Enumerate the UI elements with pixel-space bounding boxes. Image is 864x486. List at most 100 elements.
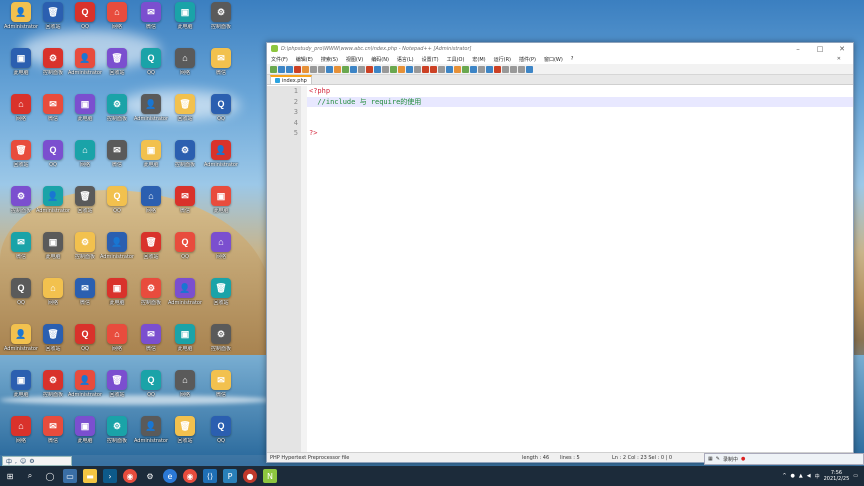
terminal-icon[interactable]: › [103, 469, 117, 483]
toolbar-button[interactable] [470, 65, 477, 73]
search-icon[interactable]: ⌕ [23, 469, 37, 483]
desktop-icon[interactable]: ⚙ 控制面板 [4, 186, 38, 230]
vscode-icon[interactable]: ⟨⟩ [203, 469, 217, 483]
desktop-icon[interactable]: ▣ 此电脑 [4, 370, 38, 414]
toolbar-button[interactable] [366, 65, 373, 73]
desktop-icon[interactable]: ⚙ 控制面板 [204, 2, 238, 46]
toolbar-button[interactable] [374, 65, 381, 73]
desktop-icon[interactable]: 🗑 回收站 [168, 416, 202, 460]
desktop-icon[interactable]: ⌂ 网络 [134, 186, 168, 230]
desktop-icon[interactable]: ✉ 微信 [100, 140, 134, 184]
mic-icon[interactable]: ● [791, 473, 795, 479]
edge-icon[interactable]: e [163, 469, 177, 483]
ime-indicator[interactable]: 中 [815, 473, 820, 480]
menu-item[interactable]: 编辑(E) [296, 56, 313, 63]
code-line[interactable] [307, 107, 853, 118]
desktop-icon[interactable]: ▣ 此电脑 [68, 416, 102, 460]
desktop-icon[interactable]: ▣ 此电脑 [68, 94, 102, 138]
desktop-icon[interactable]: 👤 Administrator [68, 48, 102, 92]
desktop-icon[interactable]: 👤 Administrator [100, 232, 134, 276]
desktop-icon[interactable]: Q QQ [4, 278, 38, 322]
explorer-icon[interactable]: ▬ [83, 469, 97, 483]
desktop-icon[interactable]: ⌂ 网络 [4, 416, 38, 460]
toolbar-button[interactable] [462, 65, 469, 73]
toolbar-button[interactable] [270, 65, 277, 73]
settings-icon[interactable]: ⚙ [143, 469, 157, 483]
emoji-icon[interactable]: ☺ [20, 458, 26, 465]
punct-icon[interactable]: , [15, 458, 17, 465]
notification-icon[interactable]: ▭ [853, 473, 858, 479]
desktop-icon[interactable]: 🗑 回收站 [36, 324, 70, 368]
desktop-icon[interactable]: ⚙ 控制面板 [36, 370, 70, 414]
menu-item[interactable]: 设置(T) [422, 56, 439, 63]
code-line[interactable]: <?php [307, 86, 853, 97]
clock[interactable]: 7:56 2021/2/25 [824, 470, 850, 482]
toolbar-button[interactable] [350, 65, 357, 73]
desktop-icon[interactable]: 🗑 回收站 [134, 232, 168, 276]
code-line[interactable]: ?> [307, 128, 853, 139]
menu-item[interactable]: 工具(O) [447, 56, 465, 63]
menu-item[interactable]: 宏(M) [472, 56, 485, 63]
toolbar-button[interactable] [334, 65, 341, 73]
toolbar-button[interactable] [526, 65, 533, 73]
toolbar-button[interactable] [318, 65, 325, 73]
desktop-icon[interactable]: Q QQ [168, 232, 202, 276]
desktop-icon[interactable]: 👤 Administrator [204, 140, 238, 184]
desktop-icon[interactable]: ⚙ 控制面板 [100, 416, 134, 460]
toolbar-button[interactable] [302, 65, 309, 73]
desktop-icon[interactable]: 👤 Administrator [168, 278, 202, 322]
tab-index-php[interactable]: index.php [270, 75, 312, 84]
desktop-icon[interactable]: 👤 Administrator [4, 324, 38, 368]
title-bar[interactable]: D:\phpstudy_pro\WWW\www.abc.cn\index.php… [267, 43, 853, 54]
desktop-icon[interactable]: ⌂ 网络 [68, 140, 102, 184]
menu-item[interactable]: 编码(N) [371, 56, 389, 63]
toolbar-button[interactable] [382, 65, 389, 73]
toolbar-button[interactable] [406, 65, 413, 73]
menu-item[interactable]: 窗口(W) [544, 56, 563, 63]
toolbar-button[interactable] [358, 65, 365, 73]
desktop-icon[interactable]: ✉ 微信 [36, 416, 70, 460]
desktop-icon[interactable]: Q QQ [134, 48, 168, 92]
desktop-icon[interactable]: ⌂ 网络 [100, 2, 134, 46]
ime-mode[interactable]: 中 [6, 457, 12, 466]
desktop-icon[interactable]: ✉ 微信 [36, 94, 70, 138]
desktop-icon[interactable]: ▣ 此电脑 [204, 186, 238, 230]
menu-item[interactable]: 搜索(S) [321, 56, 338, 63]
toolbar-button[interactable] [294, 65, 301, 73]
recorder-icon[interactable]: ● [243, 469, 257, 483]
menu-item[interactable]: 视图(V) [346, 56, 363, 63]
toolbar-button[interactable] [510, 65, 517, 73]
menu-item[interactable]: 文件(F) [271, 56, 288, 63]
desktop-icon[interactable]: Q QQ [36, 140, 70, 184]
maximize-button[interactable]: □ [809, 43, 831, 54]
chevron-up-icon[interactable]: ^ [782, 473, 786, 479]
toolbar-button[interactable] [430, 65, 437, 73]
desktop-icon[interactable]: 🗑 回收站 [36, 2, 70, 46]
toolbar-button[interactable] [454, 65, 461, 73]
desktop-icon[interactable]: ✉ 微信 [168, 186, 202, 230]
desktop-icon[interactable]: ⚙ 控制面板 [134, 278, 168, 322]
desktop-icon[interactable]: ✉ 微信 [204, 48, 238, 92]
desktop-icon[interactable]: 👤 Administrator [36, 186, 70, 230]
menu-item[interactable]: 语言(L) [397, 56, 414, 63]
desktop-icon[interactable]: ▣ 此电脑 [134, 140, 168, 184]
menu-item[interactable]: ? [571, 56, 574, 62]
desktop-icon[interactable]: 👤 Administrator [134, 416, 168, 460]
toolbar-button[interactable] [286, 65, 293, 73]
desktop-icon[interactable]: ✉ 微信 [68, 278, 102, 322]
desktop-icon[interactable]: Q QQ [68, 324, 102, 368]
desktop-icon[interactable]: ⌂ 网络 [36, 278, 70, 322]
desktop-icon[interactable]: Q QQ [204, 416, 238, 460]
desktop-icon[interactable]: Q QQ [134, 370, 168, 414]
toolbar-button[interactable] [422, 65, 429, 73]
desktop-icon[interactable]: ✉ 微信 [4, 232, 38, 276]
desktop-icon[interactable]: ⚙ 控制面板 [168, 140, 202, 184]
desktop-icon[interactable]: ✉ 微信 [134, 324, 168, 368]
desktop-icon[interactable]: 🗑 回收站 [168, 94, 202, 138]
desktop-icon[interactable]: 🗑 回收站 [204, 278, 238, 322]
toolbar-button[interactable] [438, 65, 445, 73]
pen-icon[interactable]: ✎ [716, 456, 720, 462]
ime-toolbar[interactable]: 中 , ☺ ⚙ [2, 456, 72, 466]
desktop-icon[interactable]: ⚙ 控制面板 [100, 94, 134, 138]
toolbar-button[interactable] [486, 65, 493, 73]
